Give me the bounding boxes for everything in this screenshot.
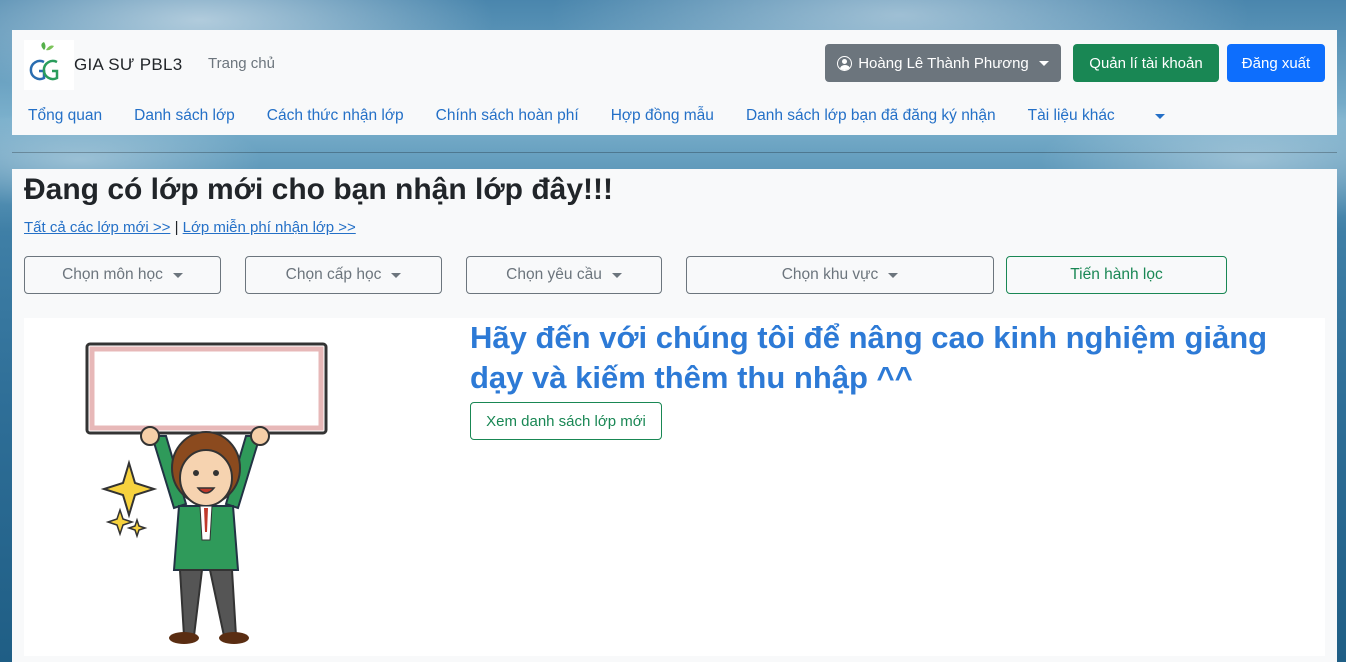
area-filter-label: Chọn khu vực [781, 266, 879, 283]
subject-filter-label: Chọn môn học [62, 266, 163, 283]
caret-down-icon [1038, 60, 1049, 66]
menu-item-overview[interactable]: Tổng quan [28, 107, 102, 125]
user-dropdown-button[interactable]: Hoàng Lê Thành Phương [825, 44, 1061, 82]
caret-down-icon [888, 272, 899, 278]
main-content: Đang có lớp mới cho bạn nhận lớp đây!!! … [12, 169, 1337, 662]
main-menu: Tổng quan Danh sách lớp Cách thức nhận l… [28, 107, 1229, 125]
menu-item-registered-classes[interactable]: Danh sách lớp bạn đã đăng ký nhận [746, 107, 996, 125]
brand[interactable]: GIA SƯ PBL3 [24, 40, 183, 90]
hero-section: Hãy đến với chúng tôi để nâng cao kinh n… [24, 318, 1325, 656]
apply-filter-button[interactable]: Tiến hành lọc [1006, 256, 1227, 294]
hero-title: Hãy đến với chúng tôi để nâng cao kinh n… [470, 320, 1268, 395]
view-new-classes-button[interactable]: Xem danh sách lớp mới [470, 402, 662, 440]
logo-icon [24, 40, 74, 90]
quick-links: Tất cả các lớp mới >> | Lớp miễn phí nhậ… [24, 219, 356, 236]
menu-item-contract-sample[interactable]: Hợp đồng mẫu [611, 107, 714, 125]
divider [12, 152, 1337, 153]
brand-name: GIA SƯ PBL3 [74, 55, 183, 74]
manage-account-button[interactable]: Quản lí tài khoản [1073, 44, 1219, 82]
teacher-illustration [24, 318, 464, 656]
user-name: Hoàng Lê Thành Phương [858, 54, 1029, 72]
caret-down-icon [611, 272, 622, 278]
level-filter-label: Chọn cấp học [285, 266, 382, 283]
menu-item-class-list[interactable]: Danh sách lớp [134, 107, 235, 125]
requirement-filter-label: Chọn yêu cầu [506, 266, 602, 283]
navbar: GIA SƯ PBL3 Trang chủ Hoàng Lê Thành Phư… [12, 30, 1337, 135]
caret-down-icon [172, 272, 183, 278]
area-filter-dropdown[interactable]: Chọn khu vực [686, 256, 994, 294]
free-classes-link[interactable]: Lớp miễn phí nhận lớp >> [183, 219, 356, 236]
user-circle-icon [837, 55, 853, 71]
caret-down-icon [391, 272, 402, 278]
requirement-filter-dropdown[interactable]: Chọn yêu cầu [466, 256, 662, 294]
link-separator: | [174, 219, 179, 236]
menu-item-refund-policy[interactable]: Chính sách hoàn phí [436, 107, 579, 125]
menu-item-other-docs[interactable]: Tài liệu khác [1028, 107, 1197, 125]
caret-down-icon [1154, 113, 1165, 119]
logout-button[interactable]: Đăng xuất [1227, 44, 1325, 82]
subject-filter-dropdown[interactable]: Chọn môn học [24, 256, 221, 294]
home-link[interactable]: Trang chủ [208, 55, 275, 72]
page-title: Đang có lớp mới cho bạn nhận lớp đây!!! [24, 173, 613, 206]
menu-item-other-docs-label: Tài liệu khác [1027, 107, 1115, 124]
level-filter-dropdown[interactable]: Chọn cấp học [245, 256, 442, 294]
all-new-classes-link[interactable]: Tất cả các lớp mới >> [24, 219, 170, 236]
menu-item-how-to-receive[interactable]: Cách thức nhận lớp [267, 107, 404, 125]
